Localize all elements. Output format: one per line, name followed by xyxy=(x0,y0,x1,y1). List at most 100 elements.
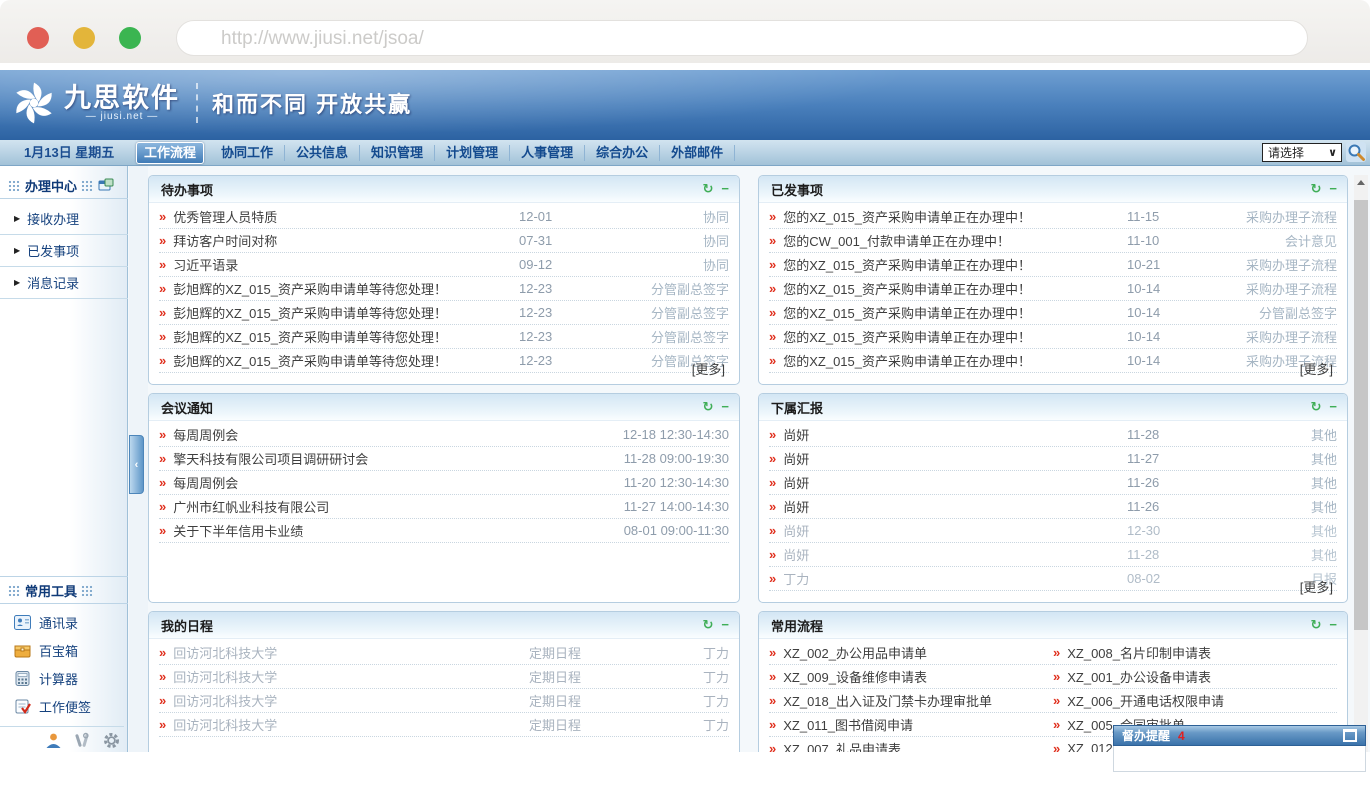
item-title[interactable]: 回访河北科技大学 xyxy=(173,691,529,710)
item-title[interactable]: 丁力 xyxy=(783,569,1127,588)
settings-tools-icon[interactable] xyxy=(74,732,91,749)
process-title[interactable]: XZ_018_出入证及门禁卡办理审批单 xyxy=(783,691,1053,710)
tool-treasure-box[interactable]: 百宝箱 xyxy=(0,636,128,664)
process-title[interactable]: XZ_011_图书借阅申请 xyxy=(783,715,1053,734)
item-title[interactable]: 习近平语录 xyxy=(173,255,519,274)
list-item[interactable]: »每周周例会11-20 12:30-14:30 xyxy=(159,471,729,495)
gear-icon[interactable] xyxy=(103,732,120,749)
item-title[interactable]: 尚妍 xyxy=(783,521,1127,540)
item-title[interactable]: 关于下半年信用卡业绩 xyxy=(173,521,623,540)
more-link[interactable]: [更多] xyxy=(1300,577,1333,596)
sidebar-collapse-handle[interactable]: ‹ xyxy=(129,435,144,494)
window-zoom-button[interactable] xyxy=(119,27,141,49)
process-link[interactable]: »XZ_007_礼品申请表 xyxy=(769,737,1053,752)
menu-knowledge[interactable]: 知识管理 xyxy=(360,145,435,161)
list-item[interactable]: »丁力08-02月报 xyxy=(769,567,1337,591)
item-title[interactable]: 您的XZ_015_资产采购申请单正在办理中！ xyxy=(783,279,1127,298)
address-bar[interactable]: http://www.jiusi.net/jsoa/ xyxy=(176,20,1308,56)
list-item[interactable]: »优秀管理人员特质12-01协同 xyxy=(159,205,729,229)
scrollbar-thumb[interactable] xyxy=(1354,200,1368,630)
list-item[interactable]: »您的XZ_015_资产采购申请单正在办理中！10-14采购办理子流程 xyxy=(769,277,1337,301)
list-item[interactable]: »尚妍11-28其他 xyxy=(769,423,1337,447)
menu-collaboration[interactable]: 协同工作 xyxy=(210,145,285,161)
menu-general-office[interactable]: 综合办公 xyxy=(585,145,660,161)
minimize-icon[interactable]: − xyxy=(721,618,729,632)
list-item[interactable]: »彭旭辉的XZ_015_资产采购申请单等待您处理！12-23分管副总签字 xyxy=(159,301,729,325)
list-item[interactable]: »回访河北科技大学定期日程丁力 xyxy=(159,713,729,737)
window-minimize-button[interactable] xyxy=(73,27,95,49)
list-item[interactable]: »回访河北科技大学定期日程丁力 xyxy=(159,665,729,689)
list-item[interactable]: »尚妍11-26其他 xyxy=(769,471,1337,495)
item-title[interactable]: 广州市红帆业科技有限公司 xyxy=(173,497,623,516)
minimize-icon[interactable]: − xyxy=(721,400,729,414)
window-close-button[interactable] xyxy=(27,27,49,49)
item-title[interactable]: 擎天科技有限公司项目调研研讨会 xyxy=(173,449,623,468)
list-item[interactable]: »彭旭辉的XZ_015_资产采购申请单等待您处理！12-23分管副总签字 xyxy=(159,325,729,349)
user-icon[interactable] xyxy=(45,732,62,749)
process-title[interactable]: XZ_001_办公设备申请表 xyxy=(1067,667,1337,686)
item-title[interactable]: 回访河北科技大学 xyxy=(173,715,529,734)
process-title[interactable]: XZ_007_礼品申请表 xyxy=(783,739,1053,752)
item-title[interactable]: 彭旭辉的XZ_015_资产采购申请单等待您处理！ xyxy=(173,303,519,322)
item-title[interactable]: 您的XZ_015_资产采购申请单正在办理中！ xyxy=(783,207,1127,226)
item-title[interactable]: 彭旭辉的XZ_015_资产采购申请单等待您处理！ xyxy=(173,279,519,298)
process-link[interactable]: »XZ_009_设备维修申请表 xyxy=(769,665,1053,689)
list-item[interactable]: »尚妍12-30其他 xyxy=(769,519,1337,543)
list-item[interactable]: »您的CW_001_付款申请单正在办理中！11-10会计意见 xyxy=(769,229,1337,253)
item-title[interactable]: 每周周例会 xyxy=(173,473,623,492)
process-link[interactable]: »XZ_001_办公设备申请表 xyxy=(1053,665,1337,689)
tool-work-note[interactable]: 工作便签 xyxy=(0,692,128,720)
refresh-icon[interactable]: ↻ xyxy=(703,182,714,196)
page-scrollbar[interactable] xyxy=(1354,175,1368,752)
tool-contacts[interactable]: 通讯录 xyxy=(0,608,128,636)
more-link[interactable]: [更多] xyxy=(1300,359,1333,378)
item-title[interactable]: 您的XZ_015_资产采购申请单正在办理中！ xyxy=(783,255,1127,274)
list-item[interactable]: »拜访客户时间对称07-31协同 xyxy=(159,229,729,253)
item-title[interactable]: 尚妍 xyxy=(783,545,1127,564)
refresh-icon[interactable]: ↻ xyxy=(703,400,714,414)
list-item[interactable]: »回访河北科技大学定期日程丁力 xyxy=(159,689,729,713)
list-item[interactable]: »关于下半年信用卡业绩08-01 09:00-11:30 xyxy=(159,519,729,543)
list-item[interactable]: »彭旭辉的XZ_015_资产采购申请单等待您处理！12-23分管副总签字 xyxy=(159,277,729,301)
minimize-icon[interactable]: − xyxy=(1329,400,1337,414)
popup-restore-icon[interactable] xyxy=(1343,729,1357,742)
menu-hr[interactable]: 人事管理 xyxy=(510,145,585,161)
list-item[interactable]: »您的XZ_015_资产采购申请单正在办理中！10-21采购办理子流程 xyxy=(769,253,1337,277)
search-button[interactable] xyxy=(1346,142,1366,162)
item-title[interactable]: 尚妍 xyxy=(783,473,1127,492)
process-title[interactable]: XZ_002_办公用品申请单 xyxy=(783,643,1053,662)
process-title[interactable]: XZ_006_开通电话权限申请 xyxy=(1067,691,1337,710)
list-item[interactable]: »彭旭辉的XZ_015_资产采购申请单等待您处理！12-23分管副总签字 xyxy=(159,349,729,373)
item-title[interactable]: 优秀管理人员特质 xyxy=(173,207,519,226)
list-item[interactable]: »您的XZ_015_资产采购申请单正在办理中！10-14采购办理子流程 xyxy=(769,325,1337,349)
process-link[interactable]: »XZ_008_名片印制申请表 xyxy=(1053,641,1337,665)
item-title[interactable]: 回访河北科技大学 xyxy=(173,643,529,662)
process-title[interactable]: XZ_009_设备维修申请表 xyxy=(783,667,1053,686)
item-title[interactable]: 每周周例会 xyxy=(173,425,623,444)
item-title[interactable]: 尚妍 xyxy=(783,449,1127,468)
menu-planning[interactable]: 计划管理 xyxy=(435,145,510,161)
list-item[interactable]: »尚妍11-26其他 xyxy=(769,495,1337,519)
popup-title-bar[interactable]: 督办提醒 4 xyxy=(1113,725,1366,746)
refresh-icon[interactable]: ↻ xyxy=(703,618,714,632)
process-link[interactable]: »XZ_018_出入证及门禁卡办理审批单 xyxy=(769,689,1053,713)
process-title[interactable]: XZ_008_名片印制申请表 xyxy=(1067,643,1337,662)
list-item[interactable]: »回访河北科技大学定期日程丁力 xyxy=(159,641,729,665)
item-title[interactable]: 彭旭辉的XZ_015_资产采购申请单等待您处理！ xyxy=(173,327,519,346)
refresh-icon[interactable]: ↻ xyxy=(1311,182,1322,196)
list-item[interactable]: »擎天科技有限公司项目调研研讨会11-28 09:00-19:30 xyxy=(159,447,729,471)
process-link[interactable]: »XZ_006_开通电话权限申请 xyxy=(1053,689,1337,713)
refresh-icon[interactable]: ↻ xyxy=(1311,618,1322,632)
list-item[interactable]: »尚妍11-28其他 xyxy=(769,543,1337,567)
item-title[interactable]: 尚妍 xyxy=(783,425,1127,444)
menu-external-mail[interactable]: 外部邮件 xyxy=(660,145,735,161)
sidebar-item-messages[interactable]: ▶ 消息记录 xyxy=(0,266,128,299)
tool-calculator[interactable]: 计算器 xyxy=(0,664,128,692)
process-link[interactable]: »XZ_011_图书借阅申请 xyxy=(769,713,1053,737)
list-item[interactable]: »广州市红帆业科技有限公司11-27 14:00-14:30 xyxy=(159,495,729,519)
minimize-icon[interactable]: − xyxy=(1329,618,1337,632)
refresh-icon[interactable]: ↻ xyxy=(1311,400,1322,414)
list-item[interactable]: »每周周例会12-18 12:30-14:30 xyxy=(159,423,729,447)
list-item[interactable]: »尚妍11-27其他 xyxy=(769,447,1337,471)
list-item[interactable]: »习近平语录09-12协同 xyxy=(159,253,729,277)
